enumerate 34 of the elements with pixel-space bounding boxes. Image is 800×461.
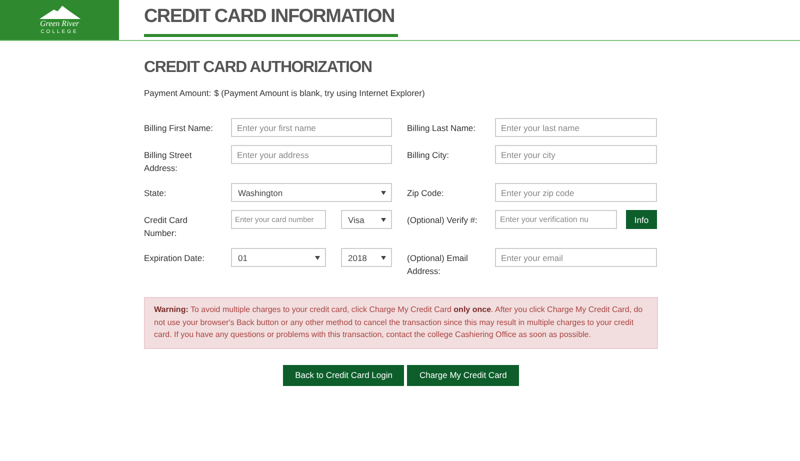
action-button[interactable]: Charge My Credit Card <box>407 364 519 386</box>
caret-icon <box>381 218 386 222</box>
field-label: Billing City: <box>407 149 450 162</box>
input-field[interactable]: Enter your first name <box>231 118 392 137</box>
input-field[interactable]: Enter your verification nu <box>495 210 617 229</box>
input-field[interactable]: Enter your email <box>495 248 657 267</box>
field-label: Zip Code: <box>407 187 445 200</box>
dropdown[interactable]: Washington <box>231 183 392 202</box>
caret-icon <box>381 256 386 260</box>
field-label: (Optional) Verify #: <box>407 214 478 227</box>
field-label: (Optional) Email Address: <box>407 252 469 278</box>
dropdown[interactable]: Visa <box>341 210 392 229</box>
payment-label: Payment Amount: <box>144 88 212 98</box>
caret-icon <box>315 256 320 260</box>
field-label: Billing Street Address: <box>144 149 193 175</box>
dropdown[interactable]: 2018 <box>341 248 392 267</box>
action-button[interactable]: Back to Credit Card Login <box>283 364 404 386</box>
payment-value: $ (Payment Amount is blank, try using Internet Explorer) <box>214 88 425 98</box>
page-title: CREDIT CARD INFORMATION <box>144 0 398 37</box>
input-field[interactable]: Enter your zip code <box>495 183 657 202</box>
field-label: State: <box>144 187 168 200</box>
field-label: Credit Card Number: <box>144 214 188 240</box>
caret-icon <box>381 190 386 194</box>
field-label: Billing First Name: <box>144 122 214 135</box>
logo-name: Green River <box>40 19 80 28</box>
warning-message: Warning: To avoid multiple charges to your credit card, click Charge My Credit Card only once. After you click Charge My Credit Card, do not use your browser's Back button or any other method to cancel the transaction since this may result in multiple charges to your credit card. If you have any questions or problems with this transaction, contact the college Cashiering Office as soon as possible. <box>144 297 658 348</box>
info-button[interactable]: Info <box>626 210 657 229</box>
section-title: CREDIT CARD AUTHORIZATION <box>144 58 372 78</box>
dropdown[interactable]: 01 <box>231 248 326 267</box>
input-field[interactable]: Enter your last name <box>495 118 657 137</box>
input-field[interactable]: Enter your city <box>495 145 657 164</box>
input-field[interactable]: Enter your address <box>231 145 392 164</box>
field-label: Billing Last Name: <box>407 122 477 135</box>
field-label: Expiration Date: <box>144 252 206 265</box>
